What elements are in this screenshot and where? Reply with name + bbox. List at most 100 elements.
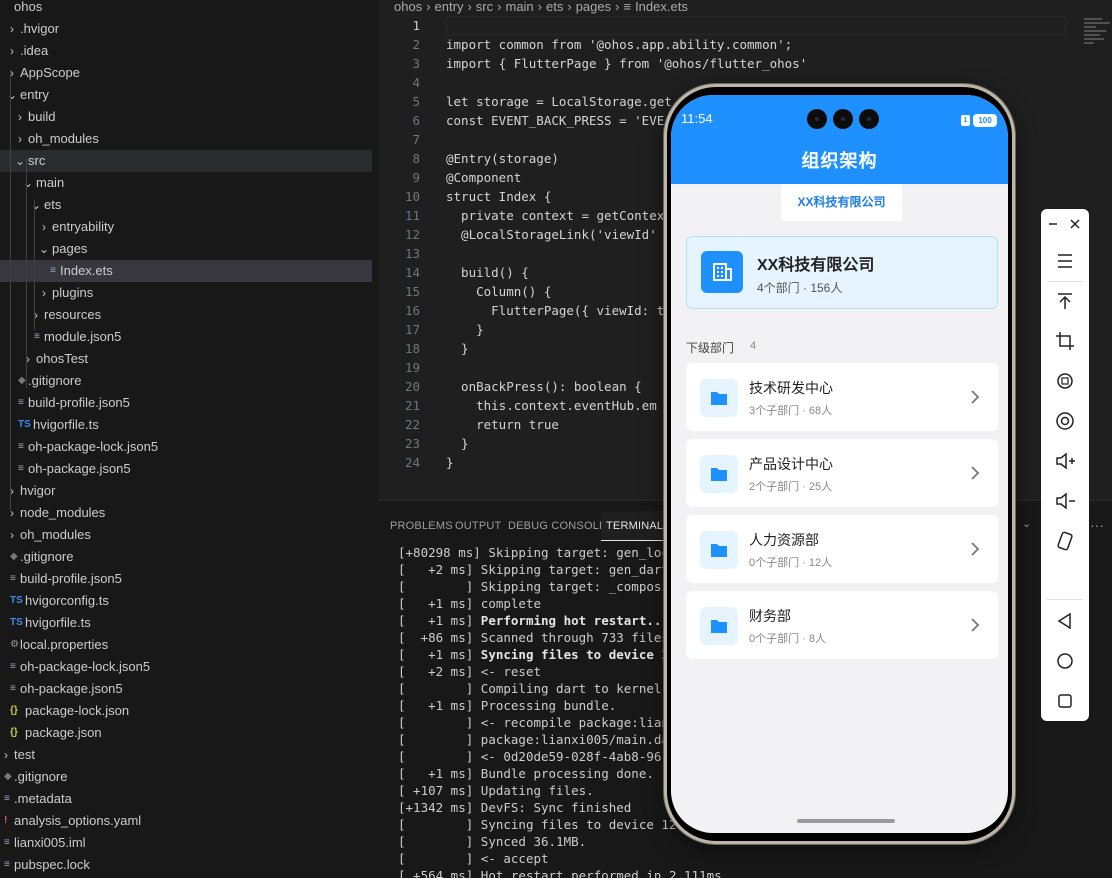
shake-icon[interactable]	[1053, 529, 1077, 553]
chevron-right-icon[interactable]: ›	[6, 62, 18, 84]
explorer-item[interactable]: › ohosTest	[0, 348, 372, 370]
chevron-down-icon[interactable]: ⌄	[1022, 517, 1031, 530]
explorer-item[interactable]: ≡ lianxi005.iml	[0, 832, 372, 854]
code-line[interactable]: @LocalStorageLink('viewId'	[446, 227, 657, 242]
chevron-down-icon[interactable]: ⌄	[38, 238, 50, 260]
menu-icon[interactable]	[1053, 249, 1077, 273]
explorer-item[interactable]: › entryability	[0, 216, 372, 238]
explorer-item[interactable]: ≡ oh-package-lock.json5	[0, 656, 372, 678]
more-actions-icon[interactable]: ···	[1090, 517, 1104, 533]
breadcrumb-item[interactable]: ets	[546, 0, 563, 14]
explorer-item[interactable]: › .idea	[0, 40, 372, 62]
code-line[interactable]: }	[446, 341, 469, 356]
department-card[interactable]: 人力资源部 0个子部门 · 12人	[686, 515, 998, 583]
breadcrumb-item[interactable]: pages	[576, 0, 611, 14]
explorer-item[interactable]: ⌄ main	[0, 172, 372, 194]
explorer-item[interactable]: ≡ build-profile.json5	[0, 392, 372, 414]
minimap[interactable]	[1084, 16, 1112, 66]
explorer-item[interactable]: › node_modules	[0, 502, 372, 524]
chevron-right-icon[interactable]: ›	[6, 524, 18, 546]
chevron-right-icon[interactable]: ›	[0, 744, 12, 766]
code-line[interactable]: let storage = LocalStorage.get	[446, 94, 672, 109]
department-card[interactable]: 技术研发中心 3个子部门 · 68人	[686, 363, 998, 431]
explorer-item[interactable]: › oh_modules	[0, 128, 372, 150]
code-line[interactable]: const EVENT_BACK_PRESS = 'EVE	[446, 113, 664, 128]
tab-terminal[interactable]: TERMINAL	[601, 511, 669, 541]
chevron-right-icon[interactable]: ›	[38, 216, 50, 238]
explorer-item[interactable]: ≡ .metadata	[0, 788, 372, 810]
chevron-right-icon[interactable]: ›	[14, 128, 26, 150]
code-line[interactable]: onBackPress(): boolean {	[446, 379, 642, 394]
code-line[interactable]: this.context.eventHub.em	[446, 398, 657, 413]
breadcrumb-item[interactable]: main	[505, 0, 533, 14]
breadcrumb-item[interactable]: entry	[435, 0, 464, 14]
screenshot-icon[interactable]	[1053, 409, 1077, 433]
chevron-down-icon[interactable]: ⌄	[30, 194, 42, 216]
volume-down-icon[interactable]	[1053, 489, 1077, 513]
explorer-item[interactable]: ≡ module.json5	[0, 326, 372, 348]
explorer-item[interactable]: ≡ oh-package.json5	[0, 678, 372, 700]
explorer-item[interactable]: ⚙ local.properties	[0, 634, 372, 656]
code-line[interactable]: @Component	[446, 170, 521, 185]
code-line[interactable]: FlutterPage({ viewId: t	[446, 303, 664, 318]
explorer-item[interactable]: ⌄ pages	[0, 238, 372, 260]
explorer-item[interactable]: › oh_modules	[0, 524, 372, 546]
tab-problems[interactable]: PROBLEMS	[390, 511, 453, 541]
explorer-item[interactable]: › plugins	[0, 282, 372, 304]
chevron-right-icon[interactable]: ›	[30, 304, 42, 326]
org-card[interactable]: XX科技有限公司 4个部门 · 156人	[686, 236, 998, 309]
explorer-item[interactable]: TS hvigorconfig.ts	[0, 590, 372, 612]
code-line[interactable]: struct Index {	[446, 189, 551, 204]
code-line[interactable]: return true	[446, 417, 559, 432]
explorer-item[interactable]: › build	[0, 106, 372, 128]
explorer-item[interactable]: ⌄ entry	[0, 84, 372, 106]
code-line[interactable]: }	[446, 322, 484, 337]
explorer-item[interactable]: › .hvigor	[0, 18, 372, 40]
explorer-item[interactable]: {} package-lock.json	[0, 700, 372, 722]
chevron-down-icon[interactable]: ⌄	[14, 150, 26, 172]
explorer-item[interactable]: › test	[0, 744, 372, 766]
code-line[interactable]: @Entry(storage)	[446, 151, 559, 166]
explorer-item[interactable]: TS hvigorfile.ts	[0, 414, 372, 436]
breadcrumb-item[interactable]: src	[476, 0, 493, 14]
home-indicator[interactable]	[797, 819, 895, 823]
rotate-icon[interactable]	[1053, 369, 1077, 393]
chevron-down-icon[interactable]: ⌄	[22, 172, 34, 194]
code-line[interactable]: import common from '@ohos.app.ability.co…	[446, 37, 792, 52]
explorer-item[interactable]: ◆ .gitignore	[0, 546, 372, 568]
chevron-right-icon[interactable]: ›	[38, 282, 50, 304]
breadcrumb-item[interactable]: ohos	[394, 0, 422, 14]
tab-output[interactable]: OUTPUT	[455, 511, 501, 541]
code-line[interactable]: private context = getContex	[446, 208, 664, 223]
code-line[interactable]: import { FlutterPage } from '@ohos/flutt…	[446, 56, 807, 71]
explorer-item[interactable]: ≡ oh-package-lock.json5	[0, 436, 372, 458]
explorer-item[interactable]: › resources	[0, 304, 372, 326]
code-line[interactable]: Column() {	[446, 284, 551, 299]
explorer-item[interactable]: › AppScope	[0, 62, 372, 84]
home-icon[interactable]	[1053, 649, 1077, 673]
chevron-right-icon[interactable]: ›	[6, 18, 18, 40]
chevron-down-icon[interactable]: ⌄	[6, 84, 18, 106]
explorer-item[interactable]: ◆ .gitignore	[0, 766, 372, 788]
volume-up-icon[interactable]	[1053, 449, 1077, 473]
explorer-item[interactable]: ≡ Index.ets	[0, 260, 372, 282]
explorer-item[interactable]: TS hvigorfile.ts	[0, 612, 372, 634]
department-card[interactable]: 产品设计中心 2个子部门 · 25人	[686, 439, 998, 507]
department-card[interactable]: 财务部 0个子部门 · 8人	[686, 591, 998, 659]
pin-top-icon[interactable]	[1053, 289, 1077, 313]
editor-breadcrumb[interactable]: ohos › entry › src › main › ets › pages › ≡ Index.ets	[394, 0, 692, 16]
chevron-right-icon[interactable]: ›	[14, 106, 26, 128]
explorer-item[interactable]: › hvigor	[0, 480, 372, 502]
recents-icon[interactable]	[1053, 689, 1077, 713]
explorer-item[interactable]: ⌄ ets	[0, 194, 372, 216]
tab-debug-console[interactable]: DEBUG CONSOLE	[508, 511, 607, 541]
code-line[interactable]: }	[446, 436, 469, 451]
breadcrumb-item[interactable]: ≡	[623, 0, 631, 14]
explorer-item[interactable]: {} package.json	[0, 722, 372, 744]
close-icon[interactable]	[1067, 211, 1085, 235]
explorer-item[interactable]: ohos	[0, 0, 372, 18]
minimize-icon[interactable]	[1045, 211, 1063, 235]
explorer-item[interactable]: ≡ build-profile.json5	[0, 568, 372, 590]
chevron-right-icon[interactable]: ›	[6, 502, 18, 524]
breadcrumb-item[interactable]: Index.ets	[635, 0, 688, 14]
